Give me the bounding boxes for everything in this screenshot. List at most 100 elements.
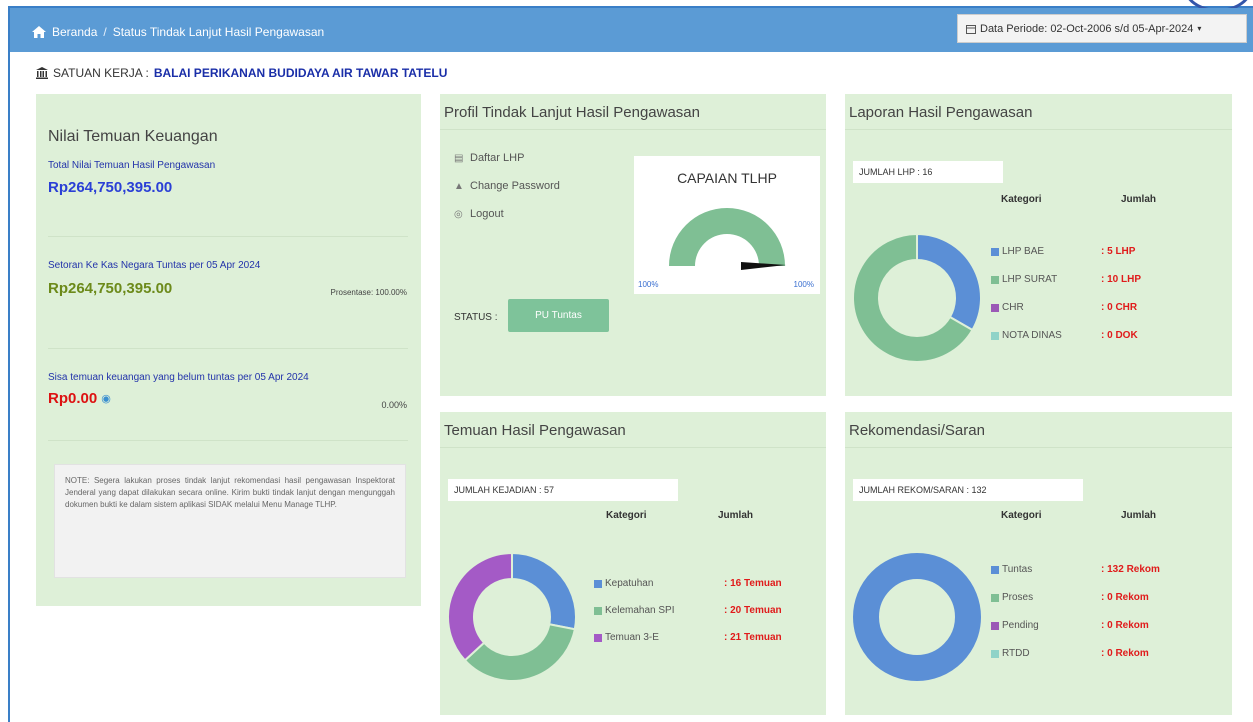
breadcrumb-current: Status Tindak Lanjut Hasil Pengawasan: [112, 25, 325, 39]
legend-label: Kelemahan SPI: [605, 605, 675, 616]
chevron-down-icon: ▾: [1197, 24, 1202, 33]
divider: [48, 440, 408, 441]
nilai-temuan-card: Nilai Temuan Keuangan Total Nilai Temuan…: [36, 94, 421, 606]
legend-label: Kepatuhan: [605, 578, 654, 589]
temuan-title: Temuan Hasil Pengawasan: [444, 422, 626, 439]
list-icon: ▤: [454, 153, 464, 164]
lhp-count: JUMLAH LHP : 16: [853, 161, 1003, 183]
divider: [48, 348, 408, 349]
temuan-value: : 16 Temuan: [724, 578, 782, 589]
lhp-donut-chart: [852, 232, 982, 363]
note-box: NOTE: Segera lakukan proses tindak lanju…: [54, 464, 406, 578]
rekom-count: JUMLAH REKOM/SARAN : 132: [853, 479, 1083, 501]
period-dropdown[interactable]: Data Periode: 02-Oct-2006 s/d 05-Apr-202…: [957, 14, 1247, 43]
laporan-hasil-card: Laporan Hasil Pengawasan JUMLAH LHP : 16…: [845, 94, 1232, 396]
user-icon: ▲: [454, 181, 464, 192]
calendar-icon: [966, 24, 976, 34]
rekom-legend-item[interactable]: Tuntas: [991, 564, 1032, 575]
legend-label: CHR: [1002, 302, 1024, 313]
legend-swatch: [991, 649, 999, 658]
legend-label: RTDD: [1002, 648, 1030, 659]
lhp-col-jumlah: Jumlah: [1121, 194, 1157, 205]
nilai-temuan-title: Nilai Temuan Keuangan: [48, 128, 218, 145]
legend-swatch: [594, 579, 602, 588]
lhp-title: Laporan Hasil Pengawasan: [849, 104, 1033, 121]
divider: [48, 236, 408, 237]
power-icon: ◎: [454, 209, 463, 220]
gauge-max-label: 100%: [793, 280, 814, 289]
donut-slice: [853, 553, 981, 681]
eye-icon[interactable]: ◉: [101, 392, 111, 405]
gauge-title: CAPAIAN TLHP: [677, 170, 777, 186]
menu-daftar-lhp-label: Daftar LHP: [470, 152, 525, 164]
satker-name: BALAI PERIKANAN BUDIDAYA AIR TAWAR TATEL…: [153, 66, 448, 80]
sisa-temuan-label: Sisa temuan keuangan yang belum tuntas p…: [48, 372, 309, 383]
menu-change-password[interactable]: ▲ Change Password: [454, 180, 560, 192]
legend-swatch: [991, 275, 999, 284]
breadcrumb-separator: /: [103, 25, 107, 39]
home-icon: [32, 26, 46, 38]
donut-slice: [511, 551, 577, 631]
rekom-legend-item[interactable]: Pending: [991, 620, 1039, 631]
setoran-label: Setoran Ke Kas Negara Tuntas per 05 Apr …: [48, 260, 261, 271]
breadcrumb-home-link[interactable]: Beranda: [52, 25, 97, 39]
divider: [440, 129, 826, 130]
rekom-col-kategori: Kategori: [1001, 510, 1042, 521]
capaian-gauge: CAPAIAN TLHP 100% 100%: [634, 156, 820, 294]
legend-swatch: [991, 565, 999, 574]
donut-slice: [916, 232, 982, 332]
temuan-hasil-card: Temuan Hasil Pengawasan JUMLAH KEJADIAN …: [440, 412, 826, 715]
temuan-value: : 20 Temuan: [724, 605, 782, 616]
rekom-value: : 132 Rekom: [1101, 564, 1160, 575]
legend-swatch: [991, 621, 999, 630]
temuan-donut-chart: [447, 551, 577, 682]
legend-swatch: [991, 331, 999, 340]
temuan-value: : 21 Temuan: [724, 632, 782, 643]
status-button[interactable]: PU Tuntas: [508, 299, 609, 332]
divider: [440, 447, 826, 448]
rekom-legend-item[interactable]: RTDD: [991, 648, 1030, 659]
menu-daftar-lhp[interactable]: ▤ Daftar LHP: [454, 152, 524, 164]
lhp-legend-item[interactable]: CHR: [991, 302, 1024, 313]
gauge-dial: [669, 208, 786, 270]
divider: [845, 447, 1232, 448]
lhp-legend-item[interactable]: LHP BAE: [991, 246, 1044, 257]
rekom-col-jumlah: Jumlah: [1121, 510, 1157, 521]
breadcrumb: Beranda / Status Tindak Lanjut Hasil Pen…: [32, 25, 324, 39]
legend-label: Pending: [1002, 620, 1039, 631]
gauge-min-label: 100%: [638, 280, 659, 289]
legend-swatch: [991, 593, 999, 602]
period-label: Data Periode: 02-Oct-2006 s/d 05-Apr-202…: [980, 22, 1194, 35]
temuan-legend-item[interactable]: Kepatuhan: [594, 578, 653, 589]
rekom-legend-item[interactable]: Proses: [991, 592, 1033, 603]
menu-logout-label: Logout: [470, 208, 504, 220]
institution-icon: [36, 67, 48, 79]
legend-label: Temuan 3-E: [605, 632, 659, 643]
temuan-col-jumlah: Jumlah: [718, 510, 754, 521]
legend-label: LHP SURAT: [1002, 274, 1058, 285]
lhp-legend-item[interactable]: LHP SURAT: [991, 274, 1057, 285]
legend-swatch: [991, 247, 999, 256]
rekom-title: Rekomendasi/Saran: [849, 422, 985, 439]
temuan-legend-item[interactable]: Kelemahan SPI: [594, 605, 675, 616]
setoran-percentage: Prosentase: 100.00%: [330, 288, 408, 297]
legend-label: NOTA DINAS: [1002, 330, 1062, 341]
menu-logout[interactable]: ◎ Logout: [454, 208, 504, 220]
temuan-legend-item[interactable]: Temuan 3-E: [594, 632, 659, 643]
legend-swatch: [594, 606, 602, 615]
divider: [845, 129, 1232, 130]
donut-slice: [463, 623, 576, 682]
lhp-value: : 0 CHR: [1101, 302, 1138, 313]
satuan-kerja-line: SATUAN KERJA : BALAI PERIKANAN BUDIDAYA …: [36, 66, 447, 80]
legend-label: LHP BAE: [1002, 246, 1045, 257]
legend-swatch: [991, 303, 999, 312]
rekom-donut-chart: [853, 553, 981, 681]
legend-label: Proses: [1002, 592, 1034, 603]
legend-swatch: [594, 633, 602, 642]
donut-slice: [447, 551, 513, 662]
sisa-temuan-row: Rp0.00 ◉: [48, 390, 111, 407]
total-temuan-value: Rp264,750,395.00: [48, 179, 173, 196]
total-temuan-label: Total Nilai Temuan Hasil Pengawasan: [48, 160, 216, 171]
lhp-legend-item[interactable]: NOTA DINAS: [991, 330, 1062, 341]
rekomendasi-card: Rekomendasi/Saran JUMLAH REKOM/SARAN : 1…: [845, 412, 1232, 715]
